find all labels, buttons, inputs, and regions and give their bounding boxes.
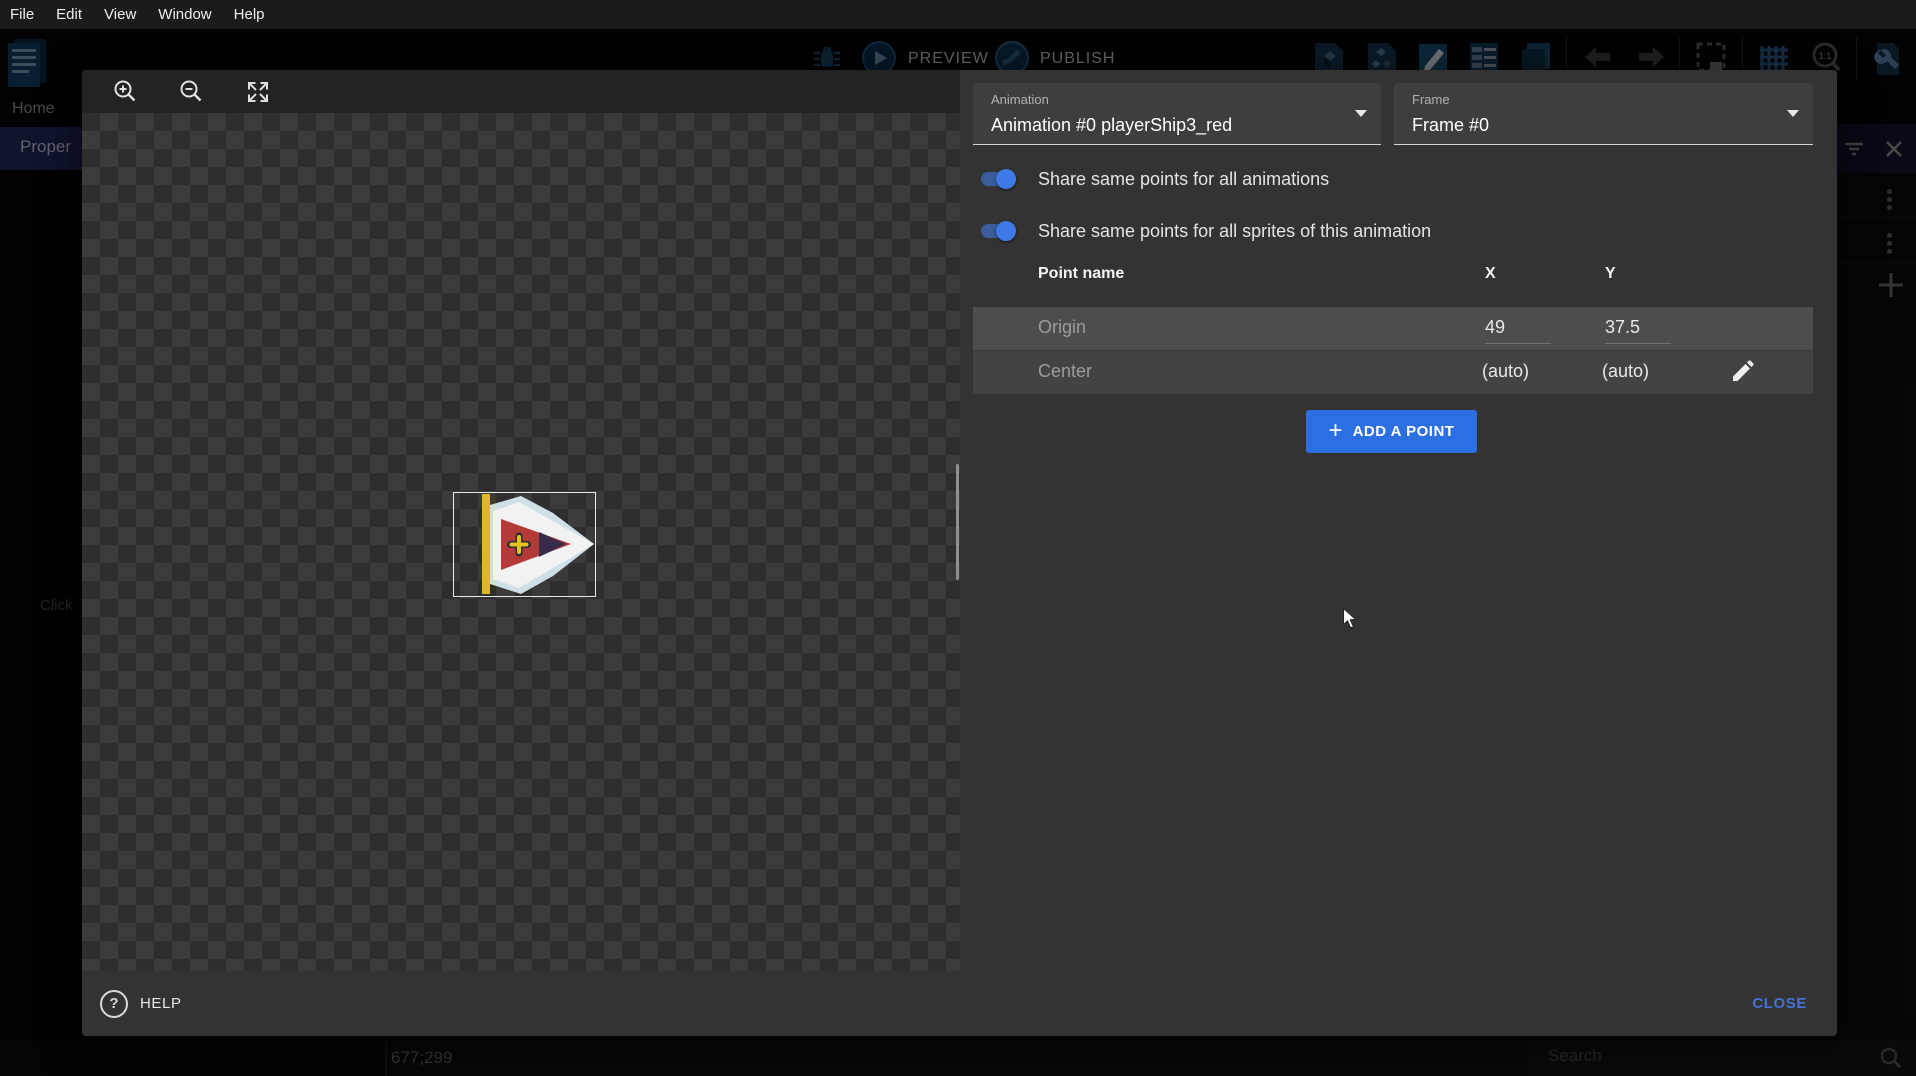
menu-help[interactable]: Help bbox=[234, 6, 265, 23]
menu-file[interactable]: File bbox=[10, 6, 34, 23]
menu-edit[interactable]: Edit bbox=[56, 6, 82, 23]
share-points-all-sprites-label: Share same points for all sprites of thi… bbox=[1038, 221, 1431, 242]
close-button[interactable]: CLOSE bbox=[1752, 995, 1807, 1012]
menu-view[interactable]: View bbox=[104, 6, 136, 23]
point-name: Center bbox=[1038, 361, 1092, 382]
column-header-y: Y bbox=[1605, 265, 1616, 283]
column-header-point-name: Point name bbox=[1038, 265, 1124, 283]
menu-bar: File Edit View Window Help bbox=[0, 0, 1916, 29]
fit-to-screen-icon[interactable] bbox=[245, 79, 271, 105]
canvas-scrollbar[interactable] bbox=[956, 464, 959, 580]
animation-select[interactable]: Animation Animation #0 playerShip3_red bbox=[973, 83, 1381, 145]
point-x-value: (auto) bbox=[1482, 361, 1529, 382]
points-editor-dialog: Animation Animation #0 playerShip3_red F… bbox=[82, 70, 1837, 1036]
zoom-out-icon[interactable] bbox=[179, 79, 205, 105]
frame-select-value: Frame #0 bbox=[1412, 115, 1489, 136]
help-button[interactable]: ? HELP bbox=[100, 990, 182, 1018]
dialog-footer: ? HELP CLOSE bbox=[82, 971, 1837, 1036]
chevron-down-icon bbox=[1787, 110, 1799, 117]
point-y-value: (auto) bbox=[1602, 361, 1649, 382]
menu-window[interactable]: Window bbox=[158, 6, 211, 23]
input-underline bbox=[1485, 343, 1551, 344]
mouse-cursor bbox=[1342, 607, 1359, 631]
canvas-toolbar bbox=[82, 70, 960, 113]
help-icon: ? bbox=[100, 990, 128, 1018]
frame-select-label: Frame bbox=[1412, 92, 1450, 107]
animation-select-value: Animation #0 playerShip3_red bbox=[991, 115, 1232, 136]
app-window: { "menu": { "items": ["File", "Edit", "V… bbox=[0, 0, 1916, 1076]
sprite-preview[interactable] bbox=[453, 492, 596, 597]
point-x-field[interactable]: 49 bbox=[1485, 317, 1505, 338]
add-point-button[interactable]: + ADD A POINT bbox=[1306, 410, 1477, 453]
help-button-label: HELP bbox=[140, 995, 182, 1012]
table-row-center[interactable]: Center (auto) (auto) bbox=[973, 350, 1813, 394]
table-row-origin[interactable]: Origin 49 37.5 bbox=[973, 307, 1813, 350]
sprite-canvas[interactable] bbox=[82, 113, 960, 971]
add-point-button-label: ADD A POINT bbox=[1353, 423, 1455, 440]
share-points-all-animations-toggle[interactable] bbox=[980, 169, 1016, 189]
chevron-down-icon bbox=[1355, 110, 1367, 117]
zoom-in-icon[interactable] bbox=[113, 79, 139, 105]
share-points-all-animations-label: Share same points for all animations bbox=[1038, 169, 1329, 190]
input-underline bbox=[1605, 343, 1671, 344]
frame-select[interactable]: Frame Frame #0 bbox=[1394, 83, 1813, 145]
player-ship-sprite bbox=[454, 493, 595, 596]
share-points-all-sprites-toggle[interactable] bbox=[980, 221, 1016, 241]
edit-pencil-icon[interactable] bbox=[1729, 359, 1755, 385]
point-name: Origin bbox=[1038, 317, 1086, 338]
animation-select-label: Animation bbox=[991, 92, 1049, 107]
column-header-x: X bbox=[1485, 265, 1496, 283]
point-y-field[interactable]: 37.5 bbox=[1605, 317, 1640, 338]
plus-icon: + bbox=[1329, 419, 1343, 443]
